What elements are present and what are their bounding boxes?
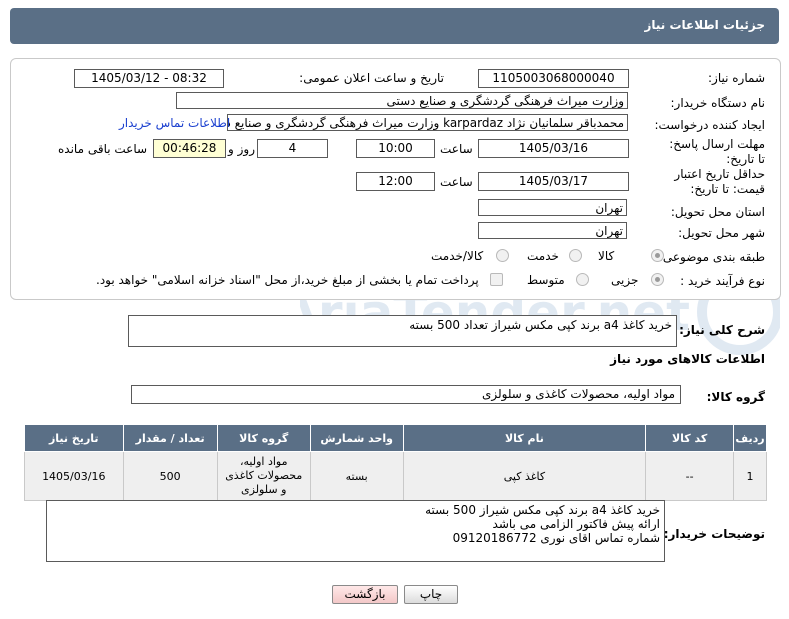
summary-label: شرح کلی نیاز:: [679, 323, 765, 337]
requester-label: ایجاد کننده درخواست:: [654, 118, 765, 132]
category-label: طبقه بندی موضوعی:: [658, 250, 765, 264]
reply-deadline-days[interactable]: 4: [257, 139, 328, 158]
cell-qty: 500: [122, 451, 218, 501]
buyer-notes-textarea[interactable]: خرید کاغذ a4 برند کپی مکس شیراز 500 بسته…: [46, 500, 665, 562]
buyer-notes-line: خرید کاغذ a4 برند کپی مکس شیراز 500 بسته: [425, 503, 660, 517]
category-radio-goods-service[interactable]: [496, 249, 509, 262]
table-row[interactable]: 1 -- کاغذ کپی بسته مواد اولیه، محصولات ک…: [24, 451, 767, 501]
goods-group-label: گروه کالا:: [706, 390, 765, 404]
col-header-date: تاریخ نیاز: [24, 424, 124, 452]
cell-unit: بسته: [309, 451, 404, 501]
print-button[interactable]: چاپ: [404, 585, 458, 604]
buyer-notes-label: توضیحات خریدار:: [663, 527, 765, 541]
cell-group: مواد اولیه، محصولات کاغذی و سلولزی: [216, 451, 311, 501]
goods-group-field[interactable]: مواد اولیه، محصولات کاغذی و سلولزی: [131, 385, 681, 404]
category-option-service: خدمت: [527, 249, 559, 263]
announce-datetime-label: تاریخ و ساعت اعلان عمومی:: [299, 71, 444, 85]
reply-deadline-date[interactable]: 1405/03/16: [478, 139, 629, 158]
delivery-city-field[interactable]: تهران: [478, 222, 627, 239]
cell-row: 1: [733, 451, 767, 501]
col-header-qty: تعداد / مقدار: [122, 424, 218, 452]
col-header-code: کد کالا: [645, 424, 735, 452]
delivery-province-label: استان محل تحویل:: [670, 205, 765, 219]
buyer-contact-link[interactable]: اطلاعات تماس خریدار: [119, 116, 230, 130]
col-header-row: ردیف: [733, 424, 767, 452]
buyer-org-label: نام دستگاه خریدار:: [670, 96, 766, 110]
cell-date: 1405/03/16: [24, 451, 124, 501]
reply-deadline-label: مهلت ارسال پاسخ: تا تاریخ:: [669, 137, 765, 166]
page-title: جزئیات اطلاعات نیاز: [644, 18, 765, 32]
table-header-row: ردیف کد کالا نام کالا واحد شمارش گروه کا…: [24, 424, 767, 452]
purchase-type-label: نوع فرآیند خرید :: [680, 274, 765, 288]
category-radio-goods[interactable]: [651, 249, 664, 262]
category-radio-service[interactable]: [569, 249, 582, 262]
remaining-time-label: ساعت باقی مانده: [58, 142, 148, 156]
items-table: ردیف کد کالا نام کالا واحد شمارش گروه کا…: [24, 424, 767, 501]
purchase-type-option-medium: متوسط: [527, 273, 565, 287]
price-validity-label: حداقل تاریخ اعتبار قیمت: تا تاریخ:: [674, 167, 765, 196]
cell-code: --: [645, 451, 735, 501]
summary-text: خرید کاغذ a4 برند کپی مکس شیراز تعداد 50…: [409, 318, 672, 332]
summary-textarea[interactable]: خرید کاغذ a4 برند کپی مکس شیراز تعداد 50…: [128, 315, 677, 347]
buyer-notes-line: ارائه پیش فاکتور الزامی می باشد: [492, 517, 660, 531]
announce-datetime-field[interactable]: 1405/03/12 - 08:32: [74, 69, 224, 88]
reply-deadline-time[interactable]: 10:00: [356, 139, 435, 158]
price-validity-time[interactable]: 12:00: [356, 172, 435, 191]
buyer-notes-line: شماره تماس اقای نوری 09120186772: [452, 531, 660, 545]
category-option-goods-service: کالا/خدمت: [431, 249, 484, 263]
treasury-payment-checkbox[interactable]: [490, 273, 503, 286]
col-header-group: گروه کالا: [216, 424, 311, 452]
days-label: روز و: [228, 142, 255, 156]
cell-name: کاغذ کپی: [402, 451, 647, 501]
remaining-time-field[interactable]: 00:46:28: [153, 139, 226, 158]
delivery-city-label: شهر محل تحویل:: [678, 226, 765, 240]
price-validity-date[interactable]: 1405/03/17: [478, 172, 629, 191]
back-button[interactable]: بازگشت: [332, 585, 398, 604]
purchase-type-option-minor: جزیی: [611, 273, 639, 287]
buyer-org-field[interactable]: وزارت میراث فرهنگی گردشگری و صنایع دستی: [176, 92, 628, 109]
treasury-payment-note: پرداخت تمام یا بخشی از مبلغ خرید،از محل …: [96, 273, 479, 287]
price-validity-time-label: ساعت: [440, 175, 473, 189]
delivery-province-field[interactable]: تهران: [478, 199, 627, 216]
goods-info-title: اطلاعات کالاهای مورد نیاز: [610, 352, 765, 366]
purchase-type-radio-medium[interactable]: [576, 273, 589, 286]
col-header-name: نام کالا: [402, 424, 647, 452]
page-header: جزئیات اطلاعات نیاز: [10, 8, 779, 44]
reply-deadline-time-label: ساعت: [440, 142, 473, 156]
col-header-unit: واحد شمارش: [309, 424, 404, 452]
purchase-type-radio-minor[interactable]: [651, 273, 664, 286]
category-option-goods: کالا: [598, 249, 615, 263]
need-number-label: شماره نیاز:: [708, 71, 765, 85]
requester-field[interactable]: محمدباقر سلمانیان نژاد karpardaz وزارت م…: [227, 114, 628, 131]
need-number-field[interactable]: 1105003068000040: [478, 69, 629, 88]
